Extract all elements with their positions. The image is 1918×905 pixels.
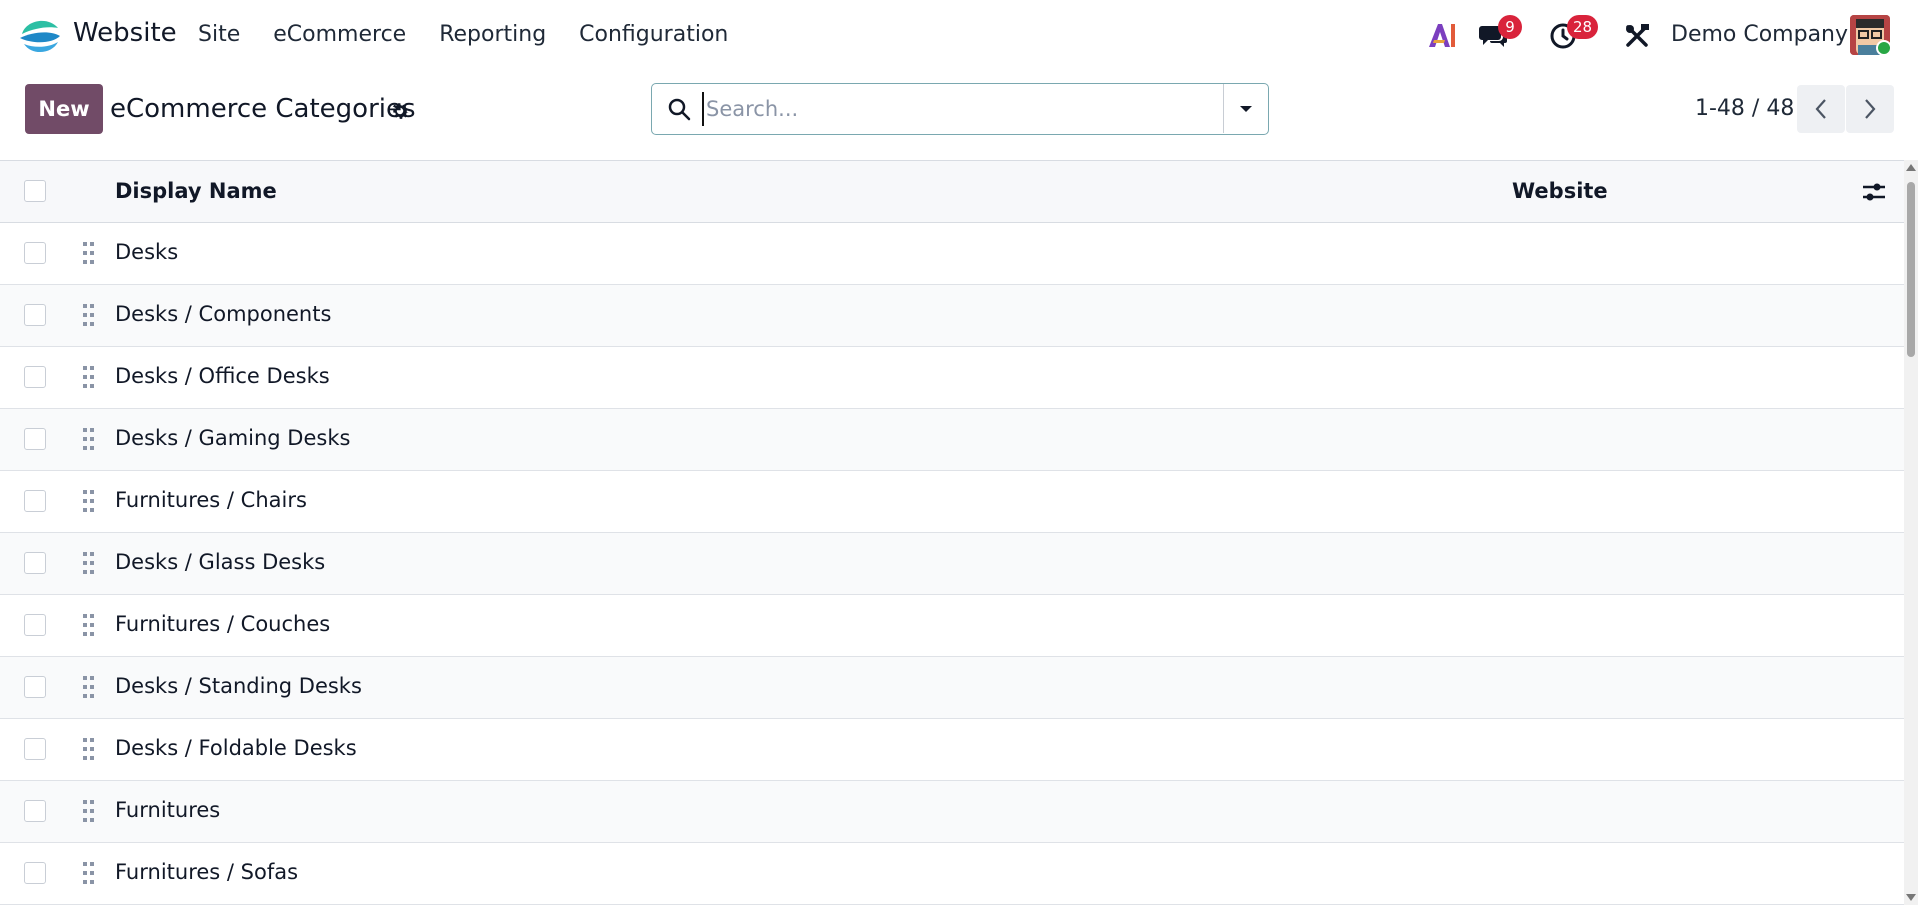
table-row[interactable]: Furnitures [0, 781, 1904, 843]
row-checkbox[interactable] [24, 800, 46, 822]
cell-display-name: Desks / Gaming Desks [115, 426, 351, 450]
list-scrollbar[interactable] [1904, 160, 1918, 905]
table-row[interactable]: Desks / Standing Desks [0, 657, 1904, 719]
search-options-toggle[interactable] [1223, 84, 1268, 133]
row-checkbox[interactable] [24, 862, 46, 884]
menu-item-ecommerce[interactable]: eCommerce [273, 22, 406, 47]
drag-handle-icon[interactable] [82, 365, 96, 389]
activities-badge: 28 [1567, 15, 1599, 39]
row-checkbox[interactable] [24, 304, 46, 326]
drag-handle-icon[interactable] [82, 241, 96, 265]
drag-handle-icon[interactable] [82, 861, 96, 885]
cell-display-name: Desks / Office Desks [115, 364, 330, 388]
chevron-right-icon [1865, 99, 1876, 119]
search-icon [668, 98, 691, 121]
list-header: Display Name Website [0, 161, 1904, 223]
row-checkbox[interactable] [24, 552, 46, 574]
table-row[interactable]: Desks / Components [0, 285, 1904, 347]
drag-handle-icon[interactable] [82, 551, 96, 575]
row-checkbox[interactable] [24, 738, 46, 760]
top-navbar: Website Site eCommerce Reporting Configu… [0, 0, 1918, 72]
drag-handle-icon[interactable] [82, 675, 96, 699]
cell-display-name: Furnitures / Couches [115, 612, 331, 636]
cell-display-name: Desks [115, 240, 179, 264]
cell-display-name: Furnitures / Sofas [115, 860, 299, 884]
scroll-thumb[interactable] [1907, 182, 1915, 357]
drag-handle-icon[interactable] [82, 799, 96, 823]
table-row[interactable]: Desks / Foldable Desks [0, 719, 1904, 781]
cell-display-name: Desks / Components [115, 302, 332, 326]
drag-handle-icon[interactable] [82, 613, 96, 637]
tools-icon[interactable] [1623, 22, 1651, 50]
optional-columns-icon[interactable] [1861, 180, 1887, 204]
cell-display-name: Desks / Glass Desks [115, 550, 326, 574]
column-header-website[interactable]: Website [1512, 179, 1608, 203]
company-switcher[interactable]: Demo Company [1671, 22, 1848, 47]
app-name[interactable]: Website [73, 18, 177, 48]
table-row[interactable]: Furnitures / Sofas [0, 843, 1904, 905]
list-body: Desks Desks / Components Desks / Office De… [0, 223, 1904, 905]
table-row[interactable]: Desks / Gaming Desks [0, 409, 1904, 471]
page-title: eCommerce Categories [110, 94, 416, 124]
new-button[interactable]: New [25, 84, 103, 134]
menu-item-reporting[interactable]: Reporting [439, 22, 546, 47]
pager-previous-button[interactable] [1797, 85, 1845, 133]
row-checkbox[interactable] [24, 614, 46, 636]
row-checkbox[interactable] [24, 366, 46, 388]
table-row[interactable]: Desks / Office Desks [0, 347, 1904, 409]
messages-badge: 9 [1498, 15, 1522, 39]
app-logo-icon[interactable] [18, 14, 62, 58]
row-checkbox[interactable] [24, 242, 46, 264]
scroll-down-arrow-icon[interactable] [1906, 894, 1916, 901]
caret-down-icon [1240, 105, 1252, 112]
cell-display-name: Furnitures / Chairs [115, 488, 307, 512]
table-row[interactable]: Furnitures / Chairs [0, 471, 1904, 533]
search-box [651, 83, 1269, 135]
drag-handle-icon[interactable] [82, 427, 96, 451]
select-all-checkbox[interactable] [24, 180, 46, 202]
drag-handle-icon[interactable] [82, 737, 96, 761]
drag-handle-icon[interactable] [82, 303, 96, 327]
row-checkbox[interactable] [24, 428, 46, 450]
column-header-display-name[interactable]: Display Name [115, 179, 277, 203]
ai-icon[interactable] [1427, 20, 1457, 50]
row-checkbox[interactable] [24, 676, 46, 698]
table-row[interactable]: Desks / Glass Desks [0, 533, 1904, 595]
chevron-left-icon [1815, 99, 1826, 119]
menu-item-site[interactable]: Site [198, 22, 240, 47]
gear-icon[interactable] [389, 100, 411, 122]
scroll-up-arrow-icon[interactable] [1906, 164, 1916, 171]
pager-next-button[interactable] [1846, 85, 1894, 133]
table-row[interactable]: Furnitures / Couches [0, 595, 1904, 657]
main-menu: Site eCommerce Reporting Configuration [198, 22, 761, 47]
drag-handle-icon[interactable] [82, 489, 96, 513]
cell-display-name: Furnitures [115, 798, 221, 822]
table-row[interactable]: Desks [0, 223, 1904, 285]
menu-item-configuration[interactable]: Configuration [579, 22, 728, 47]
online-status-dot [1876, 40, 1892, 56]
pager-value[interactable]: 1-48 / 48 [1695, 96, 1794, 121]
cell-display-name: Desks / Standing Desks [115, 674, 362, 698]
row-checkbox[interactable] [24, 490, 46, 512]
categories-list: Display Name Website Desks Desks / Compon… [0, 160, 1904, 905]
search-input[interactable] [702, 92, 1202, 126]
cell-display-name: Desks / Foldable Desks [115, 736, 357, 760]
